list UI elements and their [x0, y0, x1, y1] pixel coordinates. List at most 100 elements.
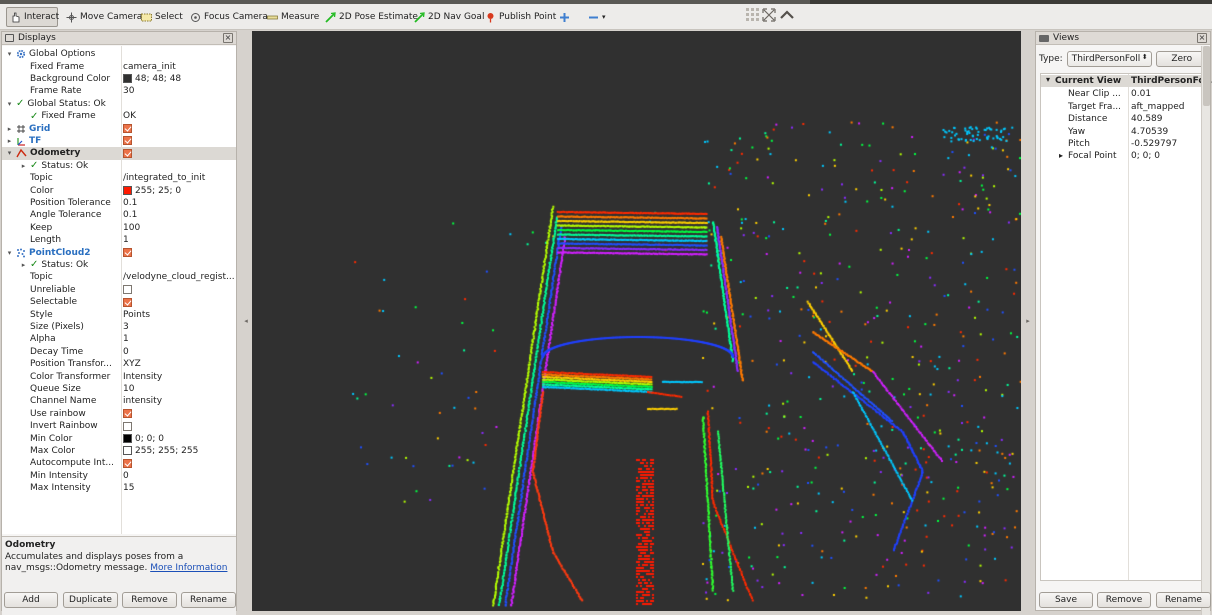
- display-row[interactable]: ▾ PointCloud2: [2, 246, 236, 258]
- color-swatch[interactable]: [123, 446, 132, 456]
- display-row-value[interactable]: 255; 25; 0: [123, 186, 181, 196]
- display-row[interactable]: Background Color 48; 48; 48: [2, 73, 236, 85]
- display-row-value[interactable]: /integrated_to_init: [123, 173, 205, 183]
- display-row-value[interactable]: Points: [123, 310, 150, 320]
- remove-display-button[interactable]: Remove: [122, 592, 177, 608]
- scrollbar-thumb[interactable]: [1203, 46, 1210, 106]
- right-splitter-handle[interactable]: ▸: [1025, 316, 1031, 326]
- display-row[interactable]: Color 255; 25; 0: [2, 184, 236, 196]
- measure-tool-button[interactable]: Measure: [264, 7, 322, 27]
- move-camera-tool-button[interactable]: Move Camera: [63, 7, 145, 27]
- color-swatch[interactable]: [123, 186, 132, 196]
- rename-display-button[interactable]: Rename: [181, 592, 236, 608]
- remove-tool-dropdown[interactable]: ▾: [585, 7, 609, 27]
- view-property-value[interactable]: -0.529797: [1131, 139, 1177, 149]
- display-row[interactable]: Queue Size 10: [2, 383, 236, 395]
- checkbox[interactable]: [123, 148, 132, 158]
- color-swatch[interactable]: [123, 434, 132, 444]
- display-row[interactable]: ✓ Fixed Frame OK: [2, 110, 236, 122]
- display-row[interactable]: Keep 100: [2, 222, 236, 234]
- point-cloud-canvas[interactable]: [252, 31, 1021, 611]
- 2d-pose-estimate-tool-button[interactable]: 2D Pose Estimate: [322, 7, 421, 27]
- display-row-value[interactable]: 0.1: [123, 198, 137, 208]
- display-row[interactable]: Unreliable: [2, 284, 236, 296]
- duplicate-display-button[interactable]: Duplicate: [63, 592, 118, 608]
- focus-camera-tool-button[interactable]: Focus Camera: [187, 7, 271, 27]
- view-property-value[interactable]: 4.70539: [1131, 127, 1168, 137]
- display-row[interactable]: Angle Tolerance 0.1: [2, 209, 236, 221]
- display-row-value[interactable]: [123, 458, 132, 468]
- remove-view-button[interactable]: Remove: [1097, 592, 1151, 608]
- display-row[interactable]: Length 1: [2, 234, 236, 246]
- expand-arrow-icon[interactable]: ▾: [6, 50, 13, 58]
- display-row-value[interactable]: 0: [123, 347, 129, 357]
- display-row-value[interactable]: 48; 48; 48: [123, 74, 181, 84]
- expand-arrow-icon[interactable]: ▾: [6, 100, 13, 108]
- display-row-value[interactable]: 255; 255; 255: [123, 446, 198, 456]
- display-row[interactable]: ▾ Global Options: [2, 48, 236, 60]
- collapsed-arrow-icon[interactable]: ▸: [1059, 151, 1063, 160]
- collapsed-arrow-icon[interactable]: ▸: [6, 137, 13, 145]
- display-row-value[interactable]: Intensity: [123, 372, 162, 382]
- render-viewport[interactable]: [252, 31, 1021, 611]
- display-row-value[interactable]: 1: [123, 334, 129, 344]
- display-row[interactable]: Min Color 0; 0; 0: [2, 432, 236, 444]
- display-row-value[interactable]: [123, 248, 132, 258]
- view-property-row[interactable]: ▸ Focal Point 0; 0; 0: [1041, 150, 1209, 162]
- display-row[interactable]: Selectable: [2, 296, 236, 308]
- display-row-value[interactable]: XYZ: [123, 359, 141, 369]
- display-row[interactable]: Position Tolerance 0.1: [2, 197, 236, 209]
- view-property-row[interactable]: Distance 40.589: [1041, 113, 1209, 125]
- add-display-button[interactable]: Add: [4, 592, 58, 608]
- display-row-value[interactable]: [123, 136, 132, 146]
- add-tool-button[interactable]: [556, 7, 573, 27]
- view-property-row[interactable]: Near Clip ... 0.01: [1041, 88, 1209, 100]
- views-scrollbar[interactable]: [1201, 46, 1210, 615]
- collapsed-arrow-icon[interactable]: ▸: [20, 162, 27, 170]
- display-row[interactable]: ▸ TF: [2, 135, 236, 147]
- close-icon[interactable]: ×: [223, 33, 233, 43]
- display-row-value[interactable]: 30: [123, 86, 134, 96]
- collapse-toolbar-icon[interactable]: [779, 7, 795, 27]
- checkbox[interactable]: [123, 124, 132, 134]
- zero-button[interactable]: Zero: [1155, 51, 1208, 67]
- display-row-value[interactable]: [123, 421, 132, 431]
- display-row-value[interactable]: [123, 124, 132, 134]
- display-row[interactable]: Max Color 255; 255; 255: [2, 445, 236, 457]
- close-icon[interactable]: ×: [1197, 33, 1207, 43]
- collapsed-arrow-icon[interactable]: ▸: [20, 261, 27, 269]
- checkbox[interactable]: [123, 458, 132, 468]
- display-row[interactable]: Fixed Frame camera_init: [2, 60, 236, 72]
- color-swatch[interactable]: [123, 74, 132, 84]
- more-information-link[interactable]: More Information: [150, 563, 227, 573]
- checkbox[interactable]: [123, 136, 132, 146]
- checkbox[interactable]: [123, 285, 132, 295]
- display-row-value[interactable]: OK: [123, 111, 136, 121]
- current-view-row[interactable]: ▾ Current View ThirdPersonFoll...: [1041, 75, 1212, 88]
- display-row[interactable]: Alpha 1: [2, 333, 236, 345]
- view-property-value[interactable]: aft_mapped: [1131, 102, 1185, 112]
- display-row[interactable]: Frame Rate 30: [2, 85, 236, 97]
- display-row-value[interactable]: [123, 148, 132, 158]
- view-property-row[interactable]: Target Fra... aft_mapped: [1041, 101, 1209, 113]
- collapsed-arrow-icon[interactable]: ▸: [6, 125, 13, 133]
- display-row-value[interactable]: 100: [123, 223, 140, 233]
- display-row[interactable]: Max Intensity 15: [2, 482, 236, 494]
- fullscreen-icon[interactable]: [762, 7, 778, 27]
- view-property-value[interactable]: 0.01: [1131, 89, 1151, 99]
- display-row-value[interactable]: 15: [123, 483, 134, 493]
- save-view-button[interactable]: Save: [1039, 592, 1093, 608]
- display-row[interactable]: Channel Name intensity: [2, 395, 236, 407]
- select-tool-button[interactable]: Select: [138, 7, 186, 27]
- checkbox[interactable]: [123, 421, 132, 431]
- checkbox[interactable]: [123, 409, 132, 419]
- display-row[interactable]: Color Transformer Intensity: [2, 370, 236, 382]
- display-row[interactable]: Use rainbow: [2, 408, 236, 420]
- view-property-value[interactable]: 40.589: [1131, 114, 1163, 124]
- display-row-value[interactable]: 10: [123, 384, 134, 394]
- display-row[interactable]: Autocompute Int...: [2, 457, 236, 469]
- display-row-value[interactable]: camera_init: [123, 62, 176, 72]
- display-row[interactable]: Style Points: [2, 308, 236, 320]
- display-row-value[interactable]: 0.1: [123, 210, 137, 220]
- display-row-value[interactable]: [123, 409, 132, 419]
